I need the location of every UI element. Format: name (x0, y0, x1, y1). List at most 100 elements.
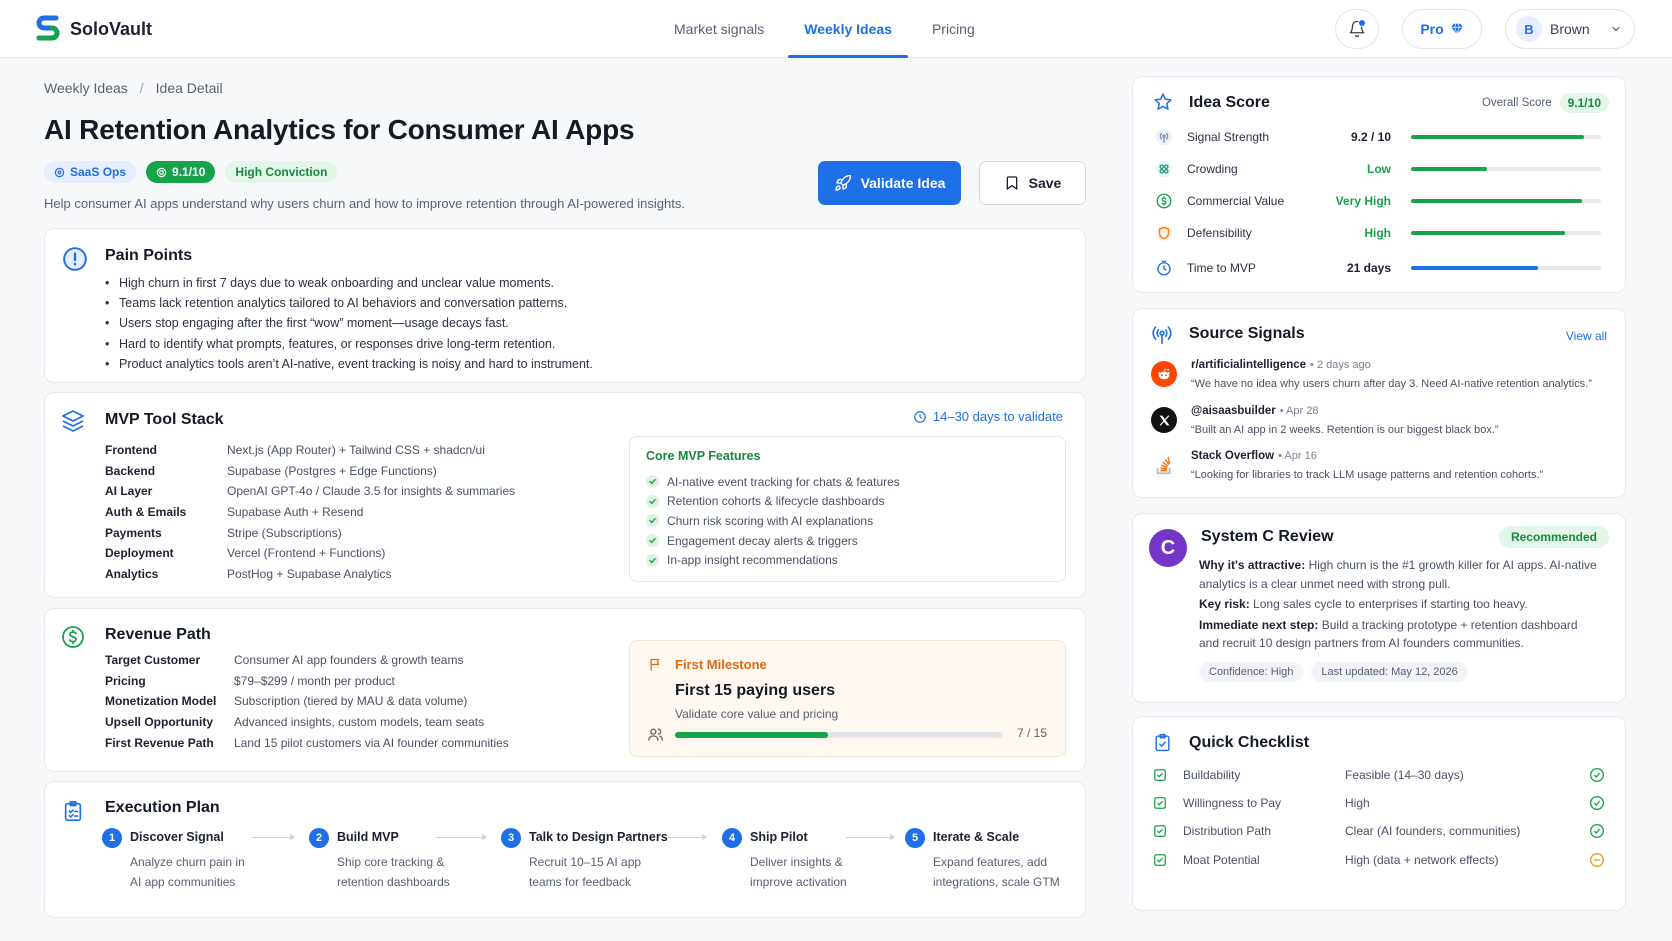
milestone-count: 7 / 15 (1016, 726, 1047, 740)
view-all-link[interactable]: View all (1566, 329, 1607, 343)
star-icon (1154, 93, 1172, 110)
score-row-defensibility: Defensibility High (1155, 223, 1605, 243)
checkbox-icon (1153, 853, 1169, 867)
idea-score-card: Idea Score Overall Score 9.1/10 Signal S… (1132, 76, 1626, 293)
stack-key: AI Layer (105, 484, 153, 499)
user-menu[interactable]: B Brown (1505, 9, 1635, 49)
stack-key: Analytics (105, 566, 159, 581)
check-circle-icon (1585, 767, 1605, 783)
dollar-circle-icon (62, 626, 84, 648)
layers-icon (62, 410, 84, 432)
pain-points-list: High churn in first 7 days due to weak o… (105, 273, 593, 374)
score-value: High (1364, 226, 1391, 240)
checklist-icon (1155, 733, 1170, 752)
score-value: Very High (1335, 194, 1391, 208)
feature-label: AI-native event tracking for chats & fea… (667, 474, 900, 489)
revenue-path-title: Revenue Path (105, 626, 211, 643)
revenue-value: $79–$299 / month per product (234, 673, 395, 688)
arrow-right-icon (846, 834, 895, 840)
feature-label: In-app insight recommendations (667, 553, 838, 568)
score-label: Crowding (1187, 162, 1238, 176)
execution-steps: 1 Discover Signal Analyze churn pain in … (102, 828, 1122, 898)
stack-key: Frontend (105, 443, 157, 458)
score-value: 21 days (1346, 261, 1391, 275)
stackoverflow-icon (1151, 452, 1177, 478)
step-description: Expand features, add integrations, scale… (933, 855, 1060, 889)
score-value: 9.2 / 10 (1350, 130, 1391, 144)
check-circle-icon (1585, 823, 1605, 839)
step-title: Iterate & Scale (933, 830, 1020, 844)
signal-quote: “Looking for libraries to track LLM usag… (1191, 469, 1544, 481)
stack-key: Deployment (105, 546, 174, 561)
breadcrumb-weekly-ideas[interactable]: Weekly Ideas (44, 80, 128, 96)
table-row: Monetization Model Subscription (tiered b… (105, 691, 509, 712)
app-logo[interactable]: SoloVault (34, 13, 152, 45)
checkbox-icon (1153, 824, 1169, 838)
nav-market-signals[interactable]: Market signals (654, 0, 784, 58)
list-item: Product analytics tools aren’t AI-native… (105, 354, 593, 374)
source-signals-title: Source Signals (1189, 325, 1305, 342)
category-icon (54, 167, 65, 177)
score-label: Defensibility (1187, 226, 1252, 240)
alert-icon (63, 247, 87, 271)
notification-dot (1358, 19, 1366, 27)
list-item: In-app insight recommendations (646, 550, 900, 570)
execution-plan-card: Execution Plan 1 Discover Signal Analyze… (44, 781, 1086, 918)
review-body: Why it's attractive: High churn is the #… (1199, 556, 1599, 655)
arrow-right-icon (668, 834, 707, 840)
users-icon (648, 728, 663, 741)
revenue-key: Monetization Model (105, 694, 217, 709)
review-attractive: Why it's attractive: High churn is the #… (1199, 556, 1599, 593)
milestone-subtitle: Validate core value and pricing (675, 707, 839, 721)
breadcrumb-separator: / (139, 80, 144, 96)
table-row: Pricing $79–$299 / month per product (105, 671, 509, 692)
execution-plan-title: Execution Plan (105, 799, 220, 816)
nav-weekly-ideas[interactable]: Weekly Ideas (784, 0, 912, 58)
clipboard-icon (64, 801, 82, 821)
checklist-row: Moat Potential High (data + network effe… (1153, 850, 1605, 870)
clock-icon (914, 410, 926, 423)
signal-time: • Apr 16 (1278, 450, 1317, 462)
review-next-label: Immediate next step: (1199, 617, 1319, 632)
category-tag: SaaS Ops (44, 161, 137, 183)
plan-button[interactable]: Pro (1402, 9, 1482, 49)
signal-time-text: 2 days ago (1316, 359, 1371, 371)
step-description: Ship core tracking & retention dashboard… (337, 855, 450, 889)
score-bar-fill (1411, 231, 1565, 235)
milestone-title: First 15 paying users (675, 682, 836, 699)
review-risk-label: Key risk: (1199, 597, 1250, 611)
arrow-right-icon (436, 834, 487, 840)
table-row: Upsell Opportunity Advanced insights, cus… (105, 712, 509, 733)
checklist-value: Clear (AI founders, communities) (1345, 824, 1521, 838)
check-icon (646, 534, 659, 548)
last-updated-chip: Last updated: May 12, 2026 (1311, 662, 1468, 682)
signal-quote: “Built an AI app in 2 weeks. Retention i… (1191, 424, 1499, 436)
revenue-value: Advanced insights, custom models, team s… (234, 715, 485, 730)
core-features-title: Core MVP Features (646, 449, 761, 463)
signal-source: Stack Overflow (1191, 450, 1275, 462)
checklist-title: Quick Checklist (1189, 734, 1310, 751)
broadcast-icon (1152, 326, 1172, 345)
checklist-name: Distribution Path (1183, 824, 1272, 838)
breadcrumb-current: Idea Detail (155, 80, 223, 96)
checklist-value: High (data + network effects) (1345, 853, 1499, 867)
signal-head: r/artificialintelligence • 2 days ago (1191, 359, 1371, 371)
list-item: High churn in first 7 days due to weak o… (105, 273, 593, 293)
save-button[interactable]: Save (979, 161, 1086, 205)
list-item: Teams lack retention analytics tailored … (105, 293, 593, 313)
core-features-box: Core MVP Features AI-native event tracki… (629, 436, 1066, 582)
score-bar (1411, 266, 1601, 270)
score-bar-fill (1411, 199, 1582, 203)
nav-pricing[interactable]: Pricing (912, 0, 995, 58)
check-icon (646, 494, 659, 508)
crowding-icon (1155, 160, 1173, 178)
checklist-value: High (1345, 796, 1370, 810)
score-label: Signal Strength (1187, 130, 1270, 144)
conviction-tag: High Conviction (225, 161, 338, 183)
system-review-card: C System C Review Recommended Why it's a… (1132, 513, 1626, 703)
avatar: B (1516, 16, 1542, 42)
first-milestone-box: First Milestone First 15 paying users Va… (629, 640, 1066, 757)
validate-idea-button[interactable]: Validate Idea (818, 161, 961, 205)
score-label: Time to MVP (1187, 261, 1256, 275)
notifications-button[interactable] (1335, 9, 1379, 49)
